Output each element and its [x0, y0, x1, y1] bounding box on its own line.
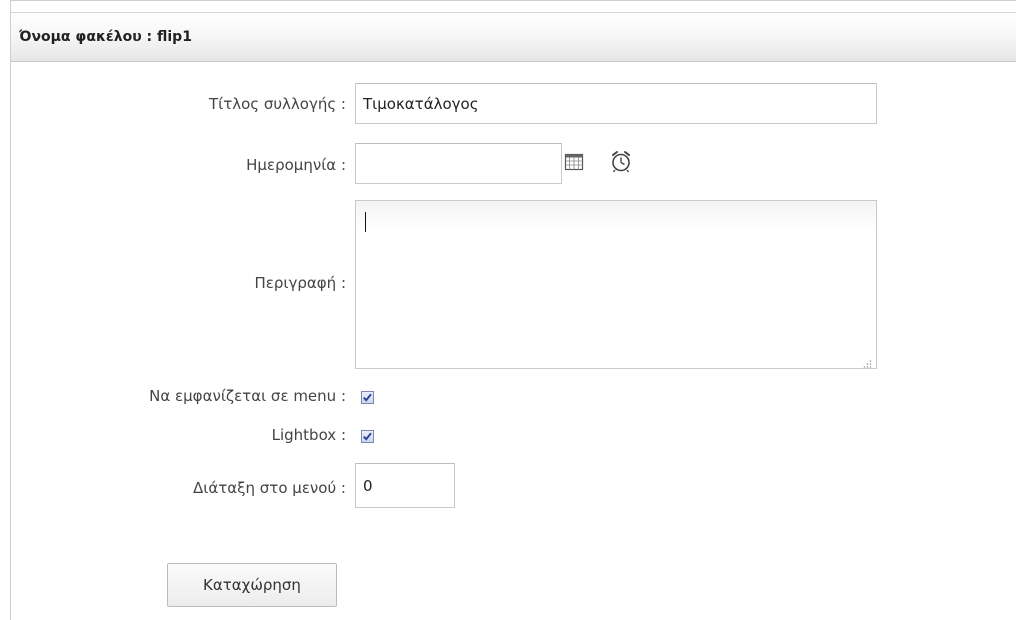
date-input[interactable]	[355, 143, 562, 184]
lightbox-checkbox[interactable]	[361, 430, 374, 443]
menu-order-label: Διάταξη στο μενού :	[193, 479, 346, 497]
description-textarea[interactable]	[355, 200, 877, 369]
panel-header: Όνομα φακέλου : flip1	[11, 12, 1016, 62]
show-in-menu-label: Να εμφανίζεται σε menu :	[149, 387, 346, 405]
form-panel: Όνομα φακέλου : flip1 Τίτλος συλλογής : …	[10, 0, 1016, 620]
lightbox-label: Lightbox :	[271, 426, 346, 444]
folder-name-title: Όνομα φακέλου : flip1	[19, 29, 192, 45]
resize-grip-icon[interactable]	[862, 354, 872, 368]
show-in-menu-checkbox[interactable]	[361, 391, 374, 404]
date-label: Ημερομηνία :	[246, 156, 346, 174]
collection-title-label: Τίτλος συλλογής :	[208, 95, 346, 113]
submit-button[interactable]: Καταχώρηση	[167, 563, 337, 607]
menu-order-input[interactable]	[355, 463, 455, 508]
collection-title-input[interactable]	[355, 83, 877, 124]
text-caret	[365, 212, 366, 232]
description-label: Περιγραφή :	[254, 274, 347, 292]
alarm-clock-icon[interactable]	[610, 149, 632, 177]
calendar-icon[interactable]	[564, 153, 584, 175]
